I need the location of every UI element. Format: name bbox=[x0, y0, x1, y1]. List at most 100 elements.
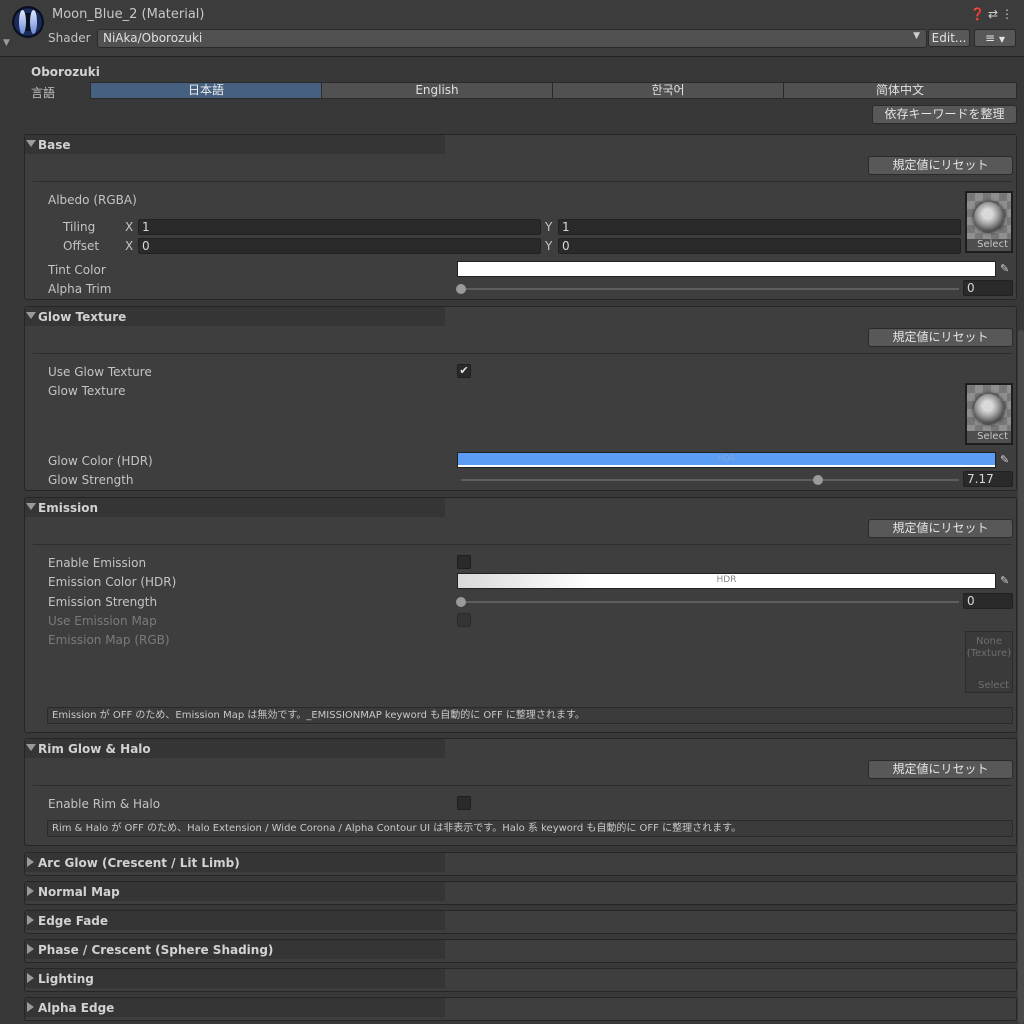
alpha-trim-slider-knob[interactable] bbox=[456, 284, 466, 294]
reset-defaults-button[interactable]: 規定値にリセット bbox=[868, 328, 1013, 347]
enable-emission-label: Enable Emission bbox=[48, 556, 147, 570]
emission-color-field[interactable]: HDR bbox=[457, 573, 996, 589]
section-title: Base bbox=[38, 138, 71, 152]
tint-color-label: Tint Color bbox=[48, 263, 106, 277]
section-title: Alpha Edge bbox=[38, 1001, 115, 1015]
alpha-trim-value-field[interactable]: 0 bbox=[963, 280, 1013, 296]
fold-arrow-icon[interactable]: ▼ bbox=[3, 38, 10, 48]
section-header[interactable]: Normal Map bbox=[25, 882, 445, 901]
shader-dropdown[interactable]: NiAka/Oborozuki ▼ bbox=[97, 29, 927, 48]
glow-strength-slider-knob[interactable] bbox=[813, 475, 824, 485]
use-emission-map-label: Use Emission Map bbox=[48, 614, 157, 628]
tiling-y-label: Y bbox=[545, 220, 553, 234]
enable-emission-checkbox[interactable] bbox=[457, 555, 471, 569]
panel-title: Oborozuki bbox=[31, 65, 100, 79]
emission-strength-slider-knob[interactable] bbox=[456, 597, 466, 607]
alpha-trim-slider[interactable] bbox=[461, 288, 959, 290]
language-tab-chinese[interactable]: 简体中文 bbox=[783, 82, 1017, 99]
emission-map-label: Emission Map (RGB) bbox=[48, 633, 170, 647]
chevron-down-icon: ▼ bbox=[913, 31, 920, 41]
section-title: Normal Map bbox=[38, 885, 120, 899]
section-header[interactable]: Edge Fade bbox=[25, 911, 445, 930]
section-arc-glow[interactable]: Arc Glow (Crescent / Lit Limb) bbox=[24, 852, 1017, 876]
offset-y-label: Y bbox=[545, 239, 553, 253]
enable-rim-halo-checkbox[interactable] bbox=[457, 796, 471, 810]
section-emission: Emission 規定値にリセット Enable Emission Emissi… bbox=[24, 497, 1017, 733]
enable-rim-halo-label: Enable Rim & Halo bbox=[48, 797, 161, 811]
foldout-open-icon bbox=[26, 744, 36, 751]
offset-x-field[interactable]: 0 bbox=[138, 238, 541, 254]
eyedropper-icon[interactable]: ✎ bbox=[1000, 574, 1009, 587]
inspector-scrollbar[interactable] bbox=[1018, 330, 1024, 1024]
glow-texture-slot[interactable]: Select bbox=[965, 383, 1013, 445]
foldout-closed-icon bbox=[27, 886, 34, 896]
section-normal-map[interactable]: Normal Map bbox=[24, 881, 1017, 905]
offset-y-field[interactable]: 0 bbox=[558, 238, 961, 254]
preset-icon[interactable]: ⇄ bbox=[988, 7, 1001, 21]
section-header[interactable]: Arc Glow (Crescent / Lit Limb) bbox=[25, 853, 445, 872]
offset-label: Offset bbox=[63, 239, 100, 253]
tiling-x-field[interactable]: 1 bbox=[138, 219, 541, 235]
section-header[interactable]: Rim Glow & Halo bbox=[25, 739, 445, 758]
list-icon: ≡ bbox=[984, 31, 996, 45]
albedo-label: Albedo (RGBA) bbox=[48, 193, 137, 207]
organize-keywords-button[interactable]: 依存キーワードを整理 bbox=[872, 105, 1017, 124]
shader-label: Shader bbox=[48, 31, 91, 45]
eyedropper-icon[interactable]: ✎ bbox=[1000, 262, 1009, 275]
section-header[interactable]: Emission bbox=[25, 498, 445, 517]
section-header[interactable]: Lighting bbox=[25, 969, 445, 988]
none-texture-text: None (Texture) bbox=[966, 636, 1012, 659]
section-lighting[interactable]: Lighting bbox=[24, 968, 1017, 992]
language-tab-japanese[interactable]: 日本語 bbox=[90, 82, 322, 99]
texture-select-button[interactable]: Select bbox=[967, 239, 1011, 251]
texture-select-button[interactable]: Select bbox=[967, 431, 1011, 443]
section-header[interactable]: Phase / Crescent (Sphere Shading) bbox=[25, 940, 445, 959]
reset-defaults-button[interactable]: 規定値にリセット bbox=[868, 760, 1013, 779]
reset-defaults-button[interactable]: 規定値にリセット bbox=[868, 156, 1013, 175]
foldout-closed-icon bbox=[27, 944, 34, 954]
section-title: Arc Glow (Crescent / Lit Limb) bbox=[38, 856, 240, 870]
checkmark-icon: ✔ bbox=[459, 364, 469, 377]
section-title: Rim Glow & Halo bbox=[38, 742, 151, 756]
use-emission-map-checkbox bbox=[457, 613, 471, 627]
section-phase-crescent[interactable]: Phase / Crescent (Sphere Shading) bbox=[24, 939, 1017, 963]
section-header[interactable]: Glow Texture bbox=[25, 307, 445, 326]
emission-strength-value-field[interactable]: 0 bbox=[963, 593, 1013, 609]
section-header[interactable]: Alpha Edge bbox=[25, 998, 445, 1017]
overflow-menu-icon[interactable]: ⋮ bbox=[1001, 7, 1016, 21]
emission-help-box: Emission が OFF のため、Emission Map は無効です。_E… bbox=[47, 707, 1013, 724]
glow-texture-label: Glow Texture bbox=[48, 384, 126, 398]
section-title: Glow Texture bbox=[38, 310, 127, 324]
language-tab-english[interactable]: English bbox=[321, 82, 553, 99]
section-header[interactable]: Base bbox=[25, 135, 445, 154]
material-preview-icon bbox=[12, 6, 44, 38]
use-glow-texture-checkbox[interactable]: ✔ bbox=[457, 364, 471, 378]
edit-shader-button[interactable]: Edit... bbox=[928, 29, 970, 47]
divider bbox=[33, 544, 1012, 545]
emission-map-slot: None (Texture) Select bbox=[965, 631, 1013, 693]
shader-list-button[interactable]: ≡ ▼ bbox=[974, 29, 1016, 47]
divider bbox=[33, 353, 1012, 354]
reset-defaults-button[interactable]: 規定値にリセット bbox=[868, 519, 1013, 538]
foldout-closed-icon bbox=[27, 857, 34, 867]
glow-strength-value-field[interactable]: 7.17 bbox=[963, 471, 1013, 487]
tint-color-field[interactable] bbox=[457, 261, 996, 277]
emission-color-label: Emission Color (HDR) bbox=[48, 575, 177, 589]
tiling-y-field[interactable]: 1 bbox=[558, 219, 961, 235]
section-glow-texture: Glow Texture 規定値にリセット Use Glow Texture ✔… bbox=[24, 306, 1017, 491]
emission-strength-label: Emission Strength bbox=[48, 595, 158, 609]
emission-strength-slider[interactable] bbox=[461, 601, 959, 603]
tiling-x-label: X bbox=[125, 220, 134, 234]
glow-strength-slider[interactable] bbox=[461, 479, 959, 481]
glow-color-field[interactable]: HDR bbox=[457, 452, 996, 468]
foldout-closed-icon bbox=[27, 1002, 34, 1012]
alpha-trim-label: Alpha Trim bbox=[48, 282, 112, 296]
texture-select-button: Select bbox=[966, 680, 1012, 692]
eyedropper-icon[interactable]: ✎ bbox=[1000, 453, 1009, 466]
foldout-open-icon bbox=[26, 312, 36, 319]
albedo-texture-slot[interactable]: Select bbox=[965, 191, 1013, 253]
section-edge-fade[interactable]: Edge Fade bbox=[24, 910, 1017, 934]
section-alpha-edge[interactable]: Alpha Edge bbox=[24, 997, 1017, 1021]
language-tab-korean[interactable]: 한국어 bbox=[552, 82, 784, 99]
help-icon[interactable]: ❓ bbox=[970, 7, 988, 21]
